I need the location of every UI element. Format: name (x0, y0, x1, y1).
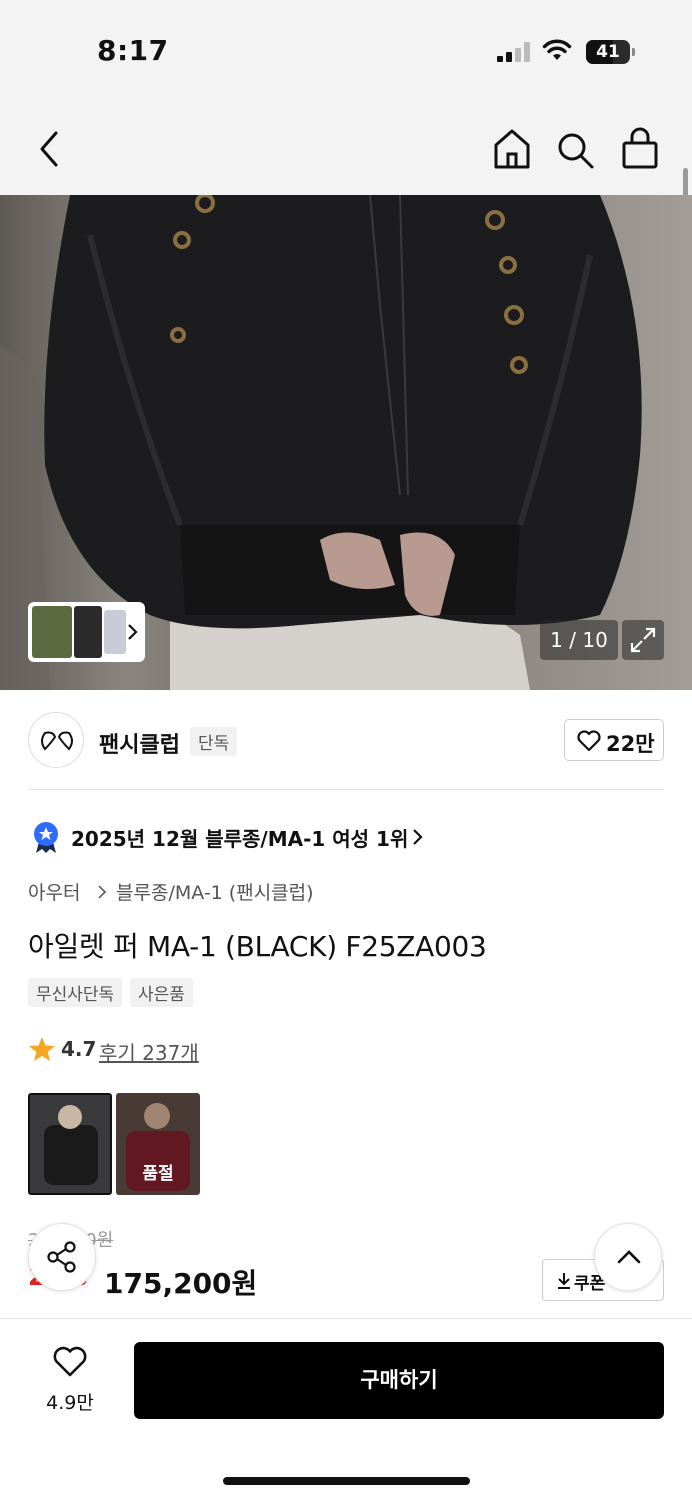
option-burgundy[interactable]: 품절 (116, 1093, 200, 1195)
brand-logo-icon (41, 731, 73, 751)
brand-logo[interactable] (28, 712, 84, 768)
heart-icon (577, 730, 601, 752)
ranking-link[interactable]: 2025년 12월 블루종/MA-1 여성 1위 (71, 823, 408, 852)
exclusive-badge: 단독 (190, 727, 238, 756)
breadcrumb-separator-icon (98, 885, 107, 899)
battery-icon: 41 (586, 40, 635, 64)
chevron-right-icon (128, 624, 138, 640)
tag-gift: 사은품 (130, 978, 193, 1007)
chevron-right-icon (413, 829, 423, 845)
scroll-top-button[interactable] (594, 1223, 662, 1291)
sale-price: 175,200원 (104, 1267, 258, 1300)
product-title: 아일렛 퍼 MA-1 (BLACK) F25ZA003 (28, 930, 487, 963)
cellular-signal-icon (497, 42, 531, 62)
expand-button[interactable] (622, 620, 664, 660)
expand-icon (630, 627, 656, 653)
tag-exclusive: 무신사단독 (28, 978, 123, 1007)
search-icon[interactable] (556, 127, 596, 171)
reviews-link[interactable]: 후기 237개 (99, 1037, 199, 1066)
share-icon (47, 1241, 76, 1273)
divider (28, 789, 664, 790)
back-button[interactable] (34, 127, 64, 171)
brand-like-button[interactable]: 22만 (564, 719, 664, 761)
download-icon (558, 1273, 570, 1289)
breadcrumb-outer[interactable]: 아우터 (28, 878, 80, 905)
battery-level: 41 (596, 42, 620, 62)
chevron-up-icon (617, 1250, 641, 1264)
share-button[interactable] (28, 1223, 96, 1291)
status-bar: 8:17 41 (0, 0, 692, 100)
home-icon[interactable] (492, 127, 532, 171)
wifi-icon (542, 39, 572, 60)
shopping-bag-icon[interactable] (620, 127, 660, 171)
brand-like-count: 22만 (606, 732, 655, 756)
gallery-thumbnails[interactable] (28, 602, 145, 662)
status-time: 8:17 (97, 34, 169, 67)
rating-score: 4.7 (61, 1037, 97, 1061)
star-icon (29, 1037, 55, 1061)
buy-button[interactable]: 구매하기 (134, 1342, 664, 1419)
wishlist-count: 4.9만 (46, 1392, 94, 1414)
sold-out-label: 품절 (142, 1164, 174, 1184)
option-black[interactable] (28, 1093, 112, 1195)
breadcrumb-category[interactable]: 블루종/MA-1 (팬시클럽) (116, 878, 314, 905)
home-indicator (223, 1477, 470, 1485)
ranking-badge-icon (34, 822, 58, 853)
brand-name[interactable]: 팬시클럽 (99, 727, 180, 759)
wishlist-button[interactable] (52, 1345, 88, 1379)
image-counter: 1 / 10 (540, 620, 618, 660)
